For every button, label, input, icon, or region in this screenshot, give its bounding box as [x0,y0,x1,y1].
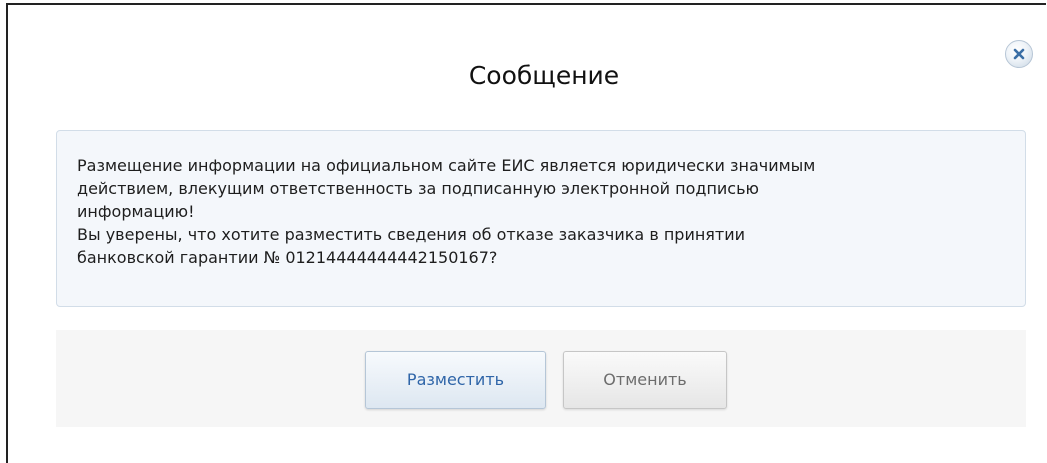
message-line: информацию! [77,202,195,221]
dialog-footer: Разместить Отменить [56,330,1026,427]
message-line: действием, влекущим ответственность за п… [77,179,759,198]
dialog-title: Сообщение [468,61,620,90]
submit-button[interactable]: Разместить [365,351,546,409]
message-line: банковской гарантии № 012144444444421501… [77,248,498,267]
message-box: Размещение информации на официальном сай… [56,130,1026,307]
close-icon [1013,48,1025,60]
message-line: Вы уверены, что хотите разместить сведен… [77,225,746,244]
message-dialog: Сообщение Размещение информации на офици… [6,3,1046,463]
message-line: Размещение информации на официальном сай… [77,156,816,175]
cancel-button[interactable]: Отменить [563,351,727,409]
